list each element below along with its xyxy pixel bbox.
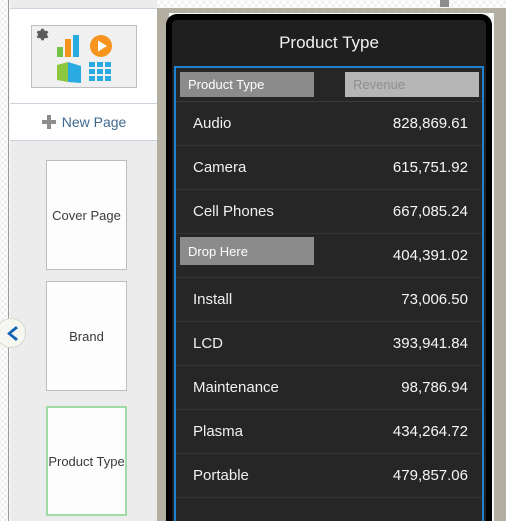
master-page-thumbnail-canvas[interactable] — [30, 24, 137, 88]
gear-icon[interactable] — [34, 27, 49, 42]
row-label: Portable — [193, 467, 249, 484]
row-value: 828,869.61 — [392, 115, 468, 132]
measure-chip-revenue[interactable]: Revenue — [345, 72, 479, 97]
panel-right-gutter — [494, 8, 506, 521]
crosstab-widget[interactable]: Product Type Revenue Audio 828,869.61 Ca… — [174, 66, 484, 521]
dimension-chip-product-type[interactable]: Product Type — [180, 72, 314, 97]
book-icon — [56, 61, 81, 83]
drop-here-placeholder[interactable]: Drop Here — [180, 237, 314, 265]
top-transparency-strip — [157, 0, 506, 8]
row-value: 615,751.92 — [392, 159, 468, 176]
table-row[interactable]: Cell Phones 667,085.24 — [176, 190, 482, 234]
page-thumbnail-brand[interactable]: Brand — [46, 281, 127, 391]
table-row[interactable]: Maintenance 98,786.94 — [176, 366, 482, 410]
sidebar-top-section: New Page — [10, 8, 157, 141]
page-thumbnail-label: Cover Page — [52, 207, 121, 223]
row-value: 667,085.24 — [392, 203, 468, 220]
new-page-button[interactable]: New Page — [10, 103, 157, 140]
pages-sidebar: New Page Cover Page Brand Product Type — [0, 0, 157, 521]
page-thumbnail-label: Brand — [69, 328, 104, 344]
row-value: 434,264.72 — [392, 423, 468, 440]
table-row[interactable]: Install 73,006.50 — [176, 278, 482, 322]
report-panel-inner: Product Type Product Type Revenue Audio … — [172, 20, 486, 521]
page-thumbnail-product-type[interactable]: Product Type — [46, 406, 127, 516]
page-thumbnail-list: Cover Page Brand Product Type — [10, 148, 157, 521]
row-value: 98,786.94 — [401, 379, 468, 396]
table-row-drop-target[interactable]: Drop Here 404,391.02 — [176, 234, 482, 278]
row-label: Audio — [193, 115, 232, 132]
left-transparency-strip — [0, 0, 9, 521]
row-label: LCD — [193, 335, 224, 352]
row-value: 73,006.50 — [401, 291, 468, 308]
row-label: Install — [193, 291, 233, 308]
crosstab-rows: Audio 828,869.61 Camera 615,751.92 Cell … — [176, 102, 482, 498]
row-label: Plasma — [193, 423, 244, 440]
row-label: Maintenance — [193, 379, 279, 396]
thumbnail-icon-grid — [54, 34, 116, 84]
grid-icon — [88, 61, 111, 81]
bar-chart-icon — [56, 34, 79, 57]
crosstab-header-row: Product Type Revenue — [176, 68, 482, 102]
chevron-left-icon — [6, 325, 18, 341]
master-page-thumbnail[interactable] — [10, 9, 157, 103]
table-row[interactable]: Portable 479,857.06 — [176, 454, 482, 498]
table-row[interactable]: LCD 393,941.84 — [176, 322, 482, 366]
page-thumbnail-label: Product Type — [48, 453, 125, 469]
page-thumbnail-cover-page[interactable]: Cover Page — [46, 160, 127, 270]
row-label: Cell Phones — [193, 203, 274, 220]
panel-title: Product Type — [172, 20, 486, 66]
plus-icon — [41, 115, 56, 129]
row-label: Camera — [193, 159, 247, 176]
table-row[interactable]: Audio 828,869.61 — [176, 102, 482, 146]
row-value: 479,857.06 — [392, 467, 468, 484]
table-row[interactable]: Plasma 434,264.72 — [176, 410, 482, 454]
scrollbar-thumb[interactable] — [440, 0, 449, 7]
play-icon — [89, 34, 112, 57]
report-panel: Product Type Product Type Revenue Audio … — [166, 14, 492, 521]
new-page-label: New Page — [61, 114, 127, 130]
row-value: 404,391.02 — [392, 247, 468, 264]
row-value: 393,941.84 — [392, 335, 468, 352]
app-root: New Page Cover Page Brand Product Type P… — [0, 0, 506, 521]
table-row[interactable]: Camera 615,751.92 — [176, 146, 482, 190]
